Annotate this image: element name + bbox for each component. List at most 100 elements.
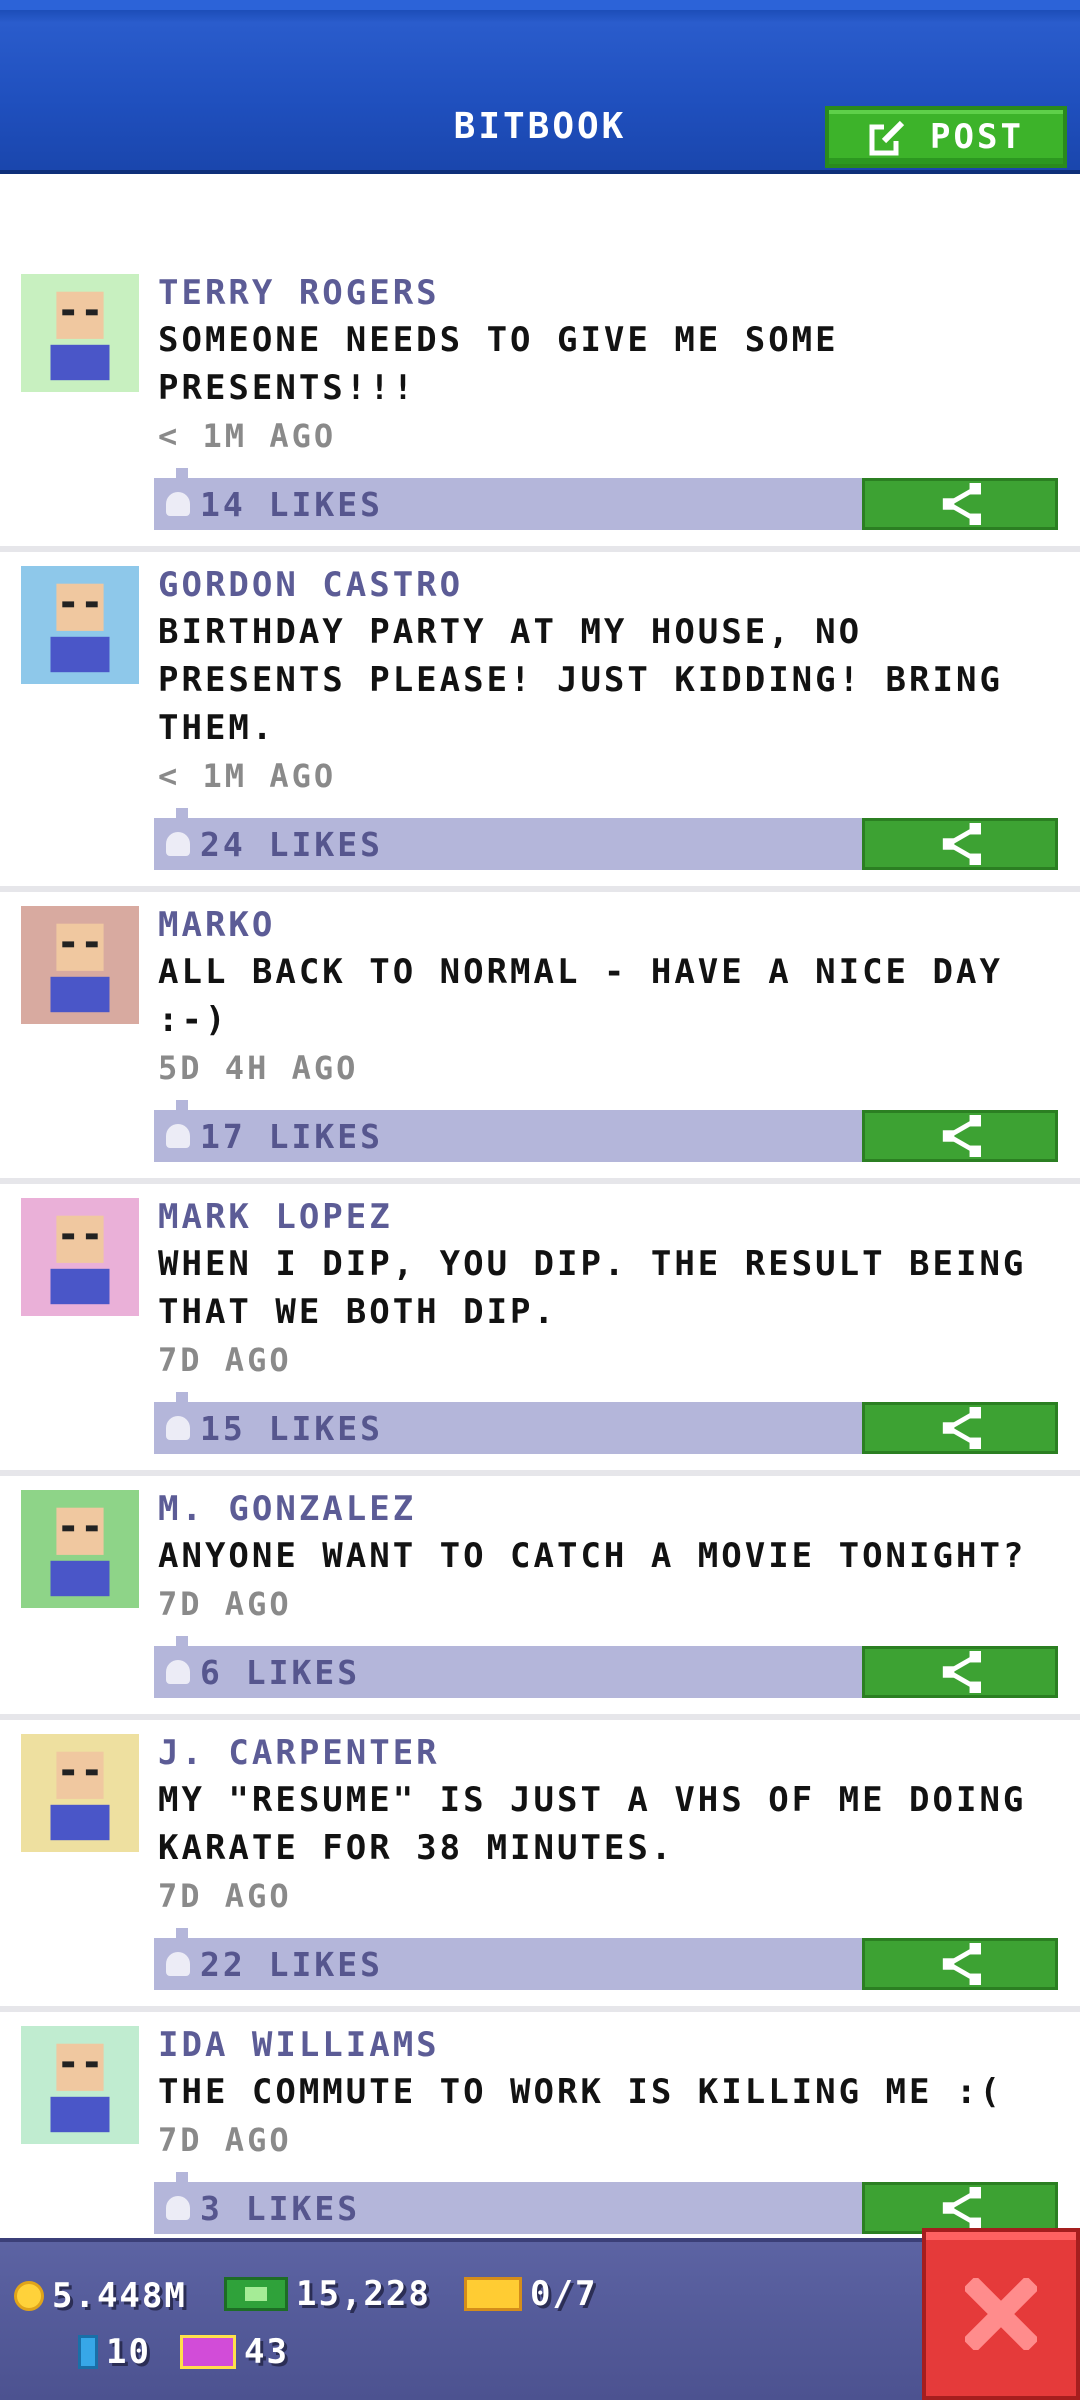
share-button[interactable] bbox=[862, 1938, 1058, 1990]
avatar[interactable] bbox=[21, 274, 139, 392]
post-actions: 22 LIKES bbox=[154, 1928, 1058, 1990]
avatar-image bbox=[21, 1734, 139, 1852]
avatar[interactable] bbox=[21, 906, 139, 1024]
header-divider bbox=[0, 170, 1080, 174]
likes-count: 15 LIKES bbox=[200, 1408, 383, 1448]
post-message: ALL BACK TO NORMAL - HAVE A NICE DAY :-) bbox=[158, 952, 1003, 1040]
tickets-value: 0/7 bbox=[530, 2274, 598, 2314]
app-header: BITBOOK POST bbox=[0, 0, 1080, 170]
avatar-image bbox=[21, 566, 139, 684]
author-name[interactable]: J. CARPENTER bbox=[158, 1730, 1060, 1776]
vip-icon bbox=[180, 2335, 236, 2369]
post-message: SOMEONE NEEDS TO GIVE ME SOME PRESENTS!!… bbox=[158, 320, 839, 408]
vip-value: 43 bbox=[244, 2332, 289, 2372]
post-actions: 17 LIKES bbox=[154, 1100, 1058, 1162]
share-button[interactable] bbox=[862, 2182, 1058, 2234]
like-icon bbox=[166, 1952, 190, 1976]
share-icon bbox=[942, 823, 981, 865]
like-icon bbox=[166, 1660, 190, 1684]
like-button[interactable]: 22 LIKES bbox=[154, 1928, 862, 1990]
bux-stat: 10 bbox=[78, 2332, 151, 2372]
avatar-image bbox=[21, 1490, 139, 1608]
feed-post: M. GONZALEZ ANYONE WANT TO CATCH A MOVIE… bbox=[0, 1476, 1080, 1720]
author-name[interactable]: GORDON CASTRO bbox=[158, 562, 1060, 608]
cash-stat: 15,228 bbox=[224, 2274, 431, 2314]
like-button[interactable]: 6 LIKES bbox=[154, 1636, 862, 1698]
post-timestamp: < 1M AGO bbox=[158, 757, 337, 795]
avatar[interactable] bbox=[21, 566, 139, 684]
like-button[interactable]: 15 LIKES bbox=[154, 1392, 862, 1454]
share-button[interactable] bbox=[862, 1646, 1058, 1698]
post-button-label: POST bbox=[930, 117, 1024, 157]
coin-icon bbox=[14, 2281, 44, 2311]
post-actions: 24 LIKES bbox=[154, 808, 1058, 870]
feed-post: J. CARPENTER MY "RESUME" IS JUST A VHS O… bbox=[0, 1720, 1080, 2012]
coins-value: 5.448M bbox=[52, 2276, 187, 2316]
likes-count: 14 LIKES bbox=[200, 484, 383, 524]
avatar[interactable] bbox=[21, 1734, 139, 1852]
bux-icon bbox=[78, 2335, 98, 2369]
like-button[interactable]: 17 LIKES bbox=[154, 1100, 862, 1162]
like-button[interactable]: 14 LIKES bbox=[154, 468, 862, 530]
author-name[interactable]: MARKO bbox=[158, 902, 1060, 948]
likes-count: 17 LIKES bbox=[200, 1116, 383, 1156]
post-actions: 3 LIKES bbox=[154, 2172, 1058, 2234]
share-button[interactable] bbox=[862, 1402, 1058, 1454]
post-message: ANYONE WANT TO CATCH A MOVIE TONIGHT? bbox=[158, 1536, 1027, 1576]
post-message: BIRTHDAY PARTY AT MY HOUSE, NO PRESENTS … bbox=[158, 612, 1003, 748]
avatar[interactable] bbox=[21, 1490, 139, 1608]
post-timestamp: 5D 4H AGO bbox=[158, 1049, 359, 1087]
author-name[interactable]: TERRY ROGERS bbox=[158, 270, 1060, 316]
avatar-image bbox=[21, 1198, 139, 1316]
share-icon bbox=[942, 1651, 981, 1693]
post-actions: 15 LIKES bbox=[154, 1392, 1058, 1454]
like-button[interactable]: 3 LIKES bbox=[154, 2172, 862, 2234]
avatar[interactable] bbox=[21, 2026, 139, 2144]
ticket-icon bbox=[464, 2277, 522, 2311]
like-icon bbox=[166, 2196, 190, 2220]
post-timestamp: 7D AGO bbox=[158, 1585, 292, 1623]
post-timestamp: 7D AGO bbox=[158, 1341, 292, 1379]
like-button[interactable]: 24 LIKES bbox=[154, 808, 862, 870]
post-actions: 14 LIKES bbox=[154, 468, 1058, 530]
feed-post: GORDON CASTRO BIRTHDAY PARTY AT MY HOUSE… bbox=[0, 552, 1080, 892]
post-message: MY "RESUME" IS JUST A VHS OF ME DOING KA… bbox=[158, 1780, 1027, 1868]
author-name[interactable]: MARK LOPEZ bbox=[158, 1194, 1060, 1240]
post-timestamp: 7D AGO bbox=[158, 1877, 292, 1915]
like-icon bbox=[166, 492, 190, 516]
post-timestamp: < 1M AGO bbox=[158, 417, 337, 455]
edit-icon bbox=[869, 120, 905, 156]
like-icon bbox=[166, 1416, 190, 1440]
share-icon bbox=[942, 1407, 981, 1449]
share-icon bbox=[942, 1115, 981, 1157]
feed-post: TERRY ROGERS SOMEONE NEEDS TO GIVE ME SO… bbox=[0, 260, 1080, 552]
post-actions: 6 LIKES bbox=[154, 1636, 1058, 1698]
share-button[interactable] bbox=[862, 818, 1058, 870]
share-icon bbox=[942, 1943, 981, 1985]
share-icon bbox=[942, 2187, 981, 2229]
likes-count: 6 LIKES bbox=[200, 1652, 361, 1692]
post-message: WHEN I DIP, YOU DIP. THE RESULT BEING TH… bbox=[158, 1244, 1027, 1332]
avatar-image bbox=[21, 2026, 139, 2144]
feed-post: IDA WILLIAMS THE COMMUTE TO WORK IS KILL… bbox=[0, 2012, 1080, 2256]
feed-post: MARKO ALL BACK TO NORMAL - HAVE A NICE D… bbox=[0, 892, 1080, 1184]
close-button[interactable] bbox=[922, 2228, 1080, 2400]
tickets-stat: 0/7 bbox=[464, 2274, 597, 2314]
share-button[interactable] bbox=[862, 478, 1058, 530]
vip-stat: 43 bbox=[180, 2332, 289, 2372]
post-button[interactable]: POST bbox=[825, 106, 1067, 168]
coins-stat: 5.448M bbox=[14, 2276, 187, 2316]
share-button[interactable] bbox=[862, 1110, 1058, 1162]
likes-count: 3 LIKES bbox=[200, 2188, 361, 2228]
bux-value: 10 bbox=[106, 2332, 151, 2372]
like-icon bbox=[166, 832, 190, 856]
author-name[interactable]: M. GONZALEZ bbox=[158, 1486, 1060, 1532]
share-icon bbox=[942, 483, 981, 525]
feed-list[interactable]: TERRY ROGERS SOMEONE NEEDS TO GIVE ME SO… bbox=[0, 260, 1080, 2256]
close-icon bbox=[965, 2278, 1037, 2350]
cash-value: 15,228 bbox=[296, 2274, 431, 2314]
feed-post: MARK LOPEZ WHEN I DIP, YOU DIP. THE RESU… bbox=[0, 1184, 1080, 1476]
author-name[interactable]: IDA WILLIAMS bbox=[158, 2022, 1060, 2068]
avatar[interactable] bbox=[21, 1198, 139, 1316]
likes-count: 24 LIKES bbox=[200, 824, 383, 864]
